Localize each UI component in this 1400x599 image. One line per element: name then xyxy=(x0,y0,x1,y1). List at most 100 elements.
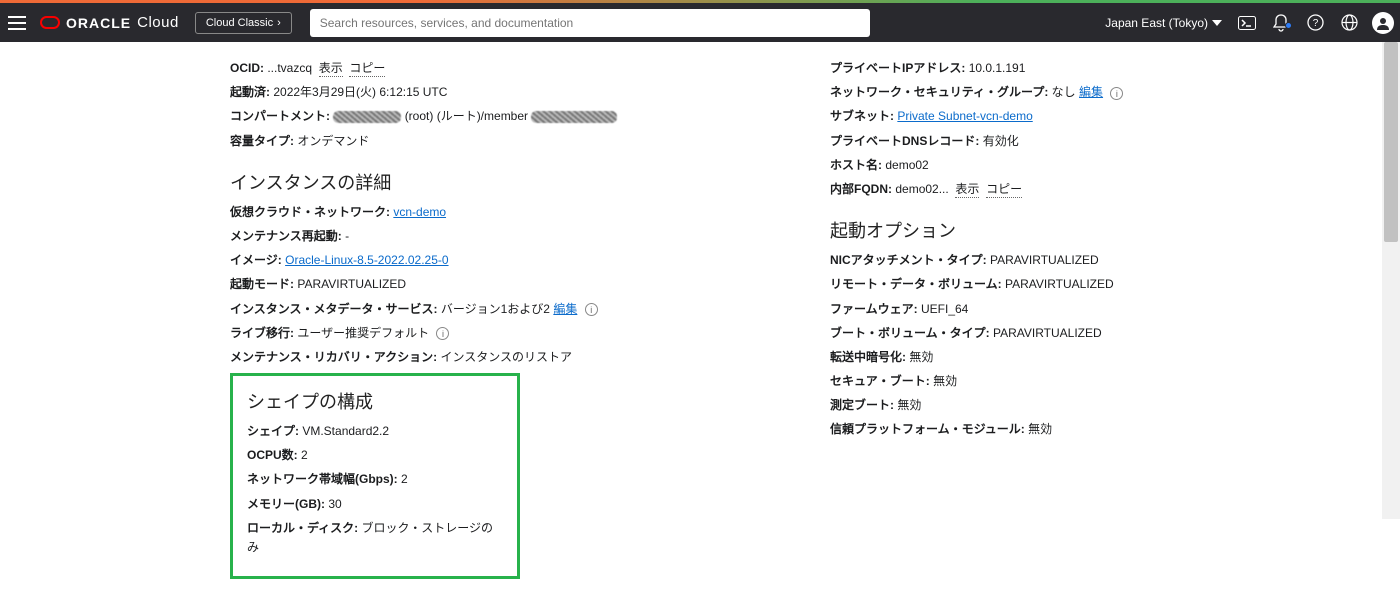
right-column: プライベートIPアドレス: 10.0.1.191 ネットワーク・セキュリティ・グ… xyxy=(830,54,1370,579)
measured-boot-value: 無効 xyxy=(897,398,921,412)
ocid-label: OCID: xyxy=(230,61,264,75)
svg-text:?: ? xyxy=(1312,18,1318,29)
recovery-row: メンテナンス・リカバリ・アクション: インスタンスのリストア xyxy=(230,348,770,367)
hostname-value: demo02 xyxy=(885,158,928,172)
measured-boot-row: 測定ブート: 無効 xyxy=(830,396,1370,415)
launch-mode-row: 起動モード: PARAVIRTUALIZED xyxy=(230,275,770,294)
brand-sub: Cloud xyxy=(137,14,179,31)
memory-row: メモリー(GB): 30 xyxy=(247,495,503,514)
nic-label: NICアタッチメント・タイプ: xyxy=(830,253,987,267)
chevron-right-icon: › xyxy=(277,17,281,29)
compartment-label: コンパートメント: xyxy=(230,109,330,123)
live-mig-value: ユーザー推奨デフォルト xyxy=(297,326,429,340)
launch-mode-value: PARAVIRTUALIZED xyxy=(297,277,406,291)
recovery-label: メンテナンス・リカバリ・アクション: xyxy=(230,350,437,364)
info-icon[interactable]: i xyxy=(436,327,449,340)
instance-details-heading: インスタンスの詳細 xyxy=(230,169,770,195)
started-row: 起動済: 2022年3月29日(火) 6:12:15 UTC xyxy=(230,83,770,102)
profile-avatar[interactable] xyxy=(1366,12,1400,34)
started-label: 起動済: xyxy=(230,85,270,99)
imds-label: インスタンス・メタデータ・サービス: xyxy=(230,302,438,316)
memory-value: 30 xyxy=(328,497,341,511)
left-column: OCID: ...tvazcq 表示 コピー 起動済: 2022年3月29日(火… xyxy=(230,54,770,579)
fqdn-label: 内部FQDN: xyxy=(830,182,892,196)
ocpu-label: OCPU数: xyxy=(247,448,298,462)
remote-data-volume-row: リモート・データ・ボリューム: PARAVIRTUALIZED xyxy=(830,275,1370,294)
ocid-show-link[interactable]: 表示 xyxy=(319,61,343,77)
fqdn-copy-link[interactable]: コピー xyxy=(986,182,1022,198)
imds-row: インスタンス・メタデータ・サービス: バージョン1および2 編集 i xyxy=(230,300,770,319)
region-label: Japan East (Tokyo) xyxy=(1105,16,1208,30)
private-ip-row: プライベートIPアドレス: 10.0.1.191 xyxy=(830,59,1370,78)
subnet-label: サブネット: xyxy=(830,109,894,123)
region-selector[interactable]: Japan East (Tokyo) xyxy=(1097,16,1230,30)
nsg-label: ネットワーク・セキュリティ・グループ: xyxy=(830,85,1048,99)
hostname-label: ホスト名: xyxy=(830,158,882,172)
info-icon[interactable]: i xyxy=(1110,87,1123,100)
image-label: イメージ: xyxy=(230,253,282,267)
bvt-value: PARAVIRTUALIZED xyxy=(993,326,1102,340)
recovery-value: インスタンスのリストア xyxy=(441,350,573,364)
hamburger-menu-icon[interactable] xyxy=(0,16,34,30)
shape-label: シェイプ: xyxy=(247,424,299,438)
private-ip-label: プライベートIPアドレス: xyxy=(830,61,965,75)
redacted-text xyxy=(531,111,617,123)
scrollbar-thumb[interactable] xyxy=(1384,42,1398,242)
started-value: 2022年3月29日(火) 6:12:15 UTC xyxy=(273,85,447,99)
bvt-label: ブート・ボリューム・タイプ: xyxy=(830,326,990,340)
firmware-row: ファームウェア: UEFI_64 xyxy=(830,300,1370,319)
vcn-label: 仮想クラウド・ネットワーク: xyxy=(230,205,390,219)
launch-options-heading: 起動オプション xyxy=(830,217,1370,243)
local-disk-row: ローカル・ディスク: ブロック・ストレージのみ xyxy=(247,519,503,557)
nsg-edit-link[interactable]: 編集 xyxy=(1079,85,1103,99)
help-icon[interactable]: ? xyxy=(1298,14,1332,31)
secure-boot-value: 無効 xyxy=(933,374,957,388)
dns-label: プライベートDNSレコード: xyxy=(830,134,979,148)
notification-dot xyxy=(1285,22,1292,29)
private-ip-value: 10.0.1.191 xyxy=(969,61,1026,75)
tpm-label: 信頼プラットフォーム・モジュール: xyxy=(830,422,1025,436)
bandwidth-label: ネットワーク帯域幅(Gbps): xyxy=(247,472,398,486)
compartment-root: (root) (ルート)/member xyxy=(405,109,528,123)
brand-word: ORACLE xyxy=(66,15,131,31)
maint-reboot-label: メンテナンス再起動: xyxy=(230,229,342,243)
language-icon[interactable] xyxy=(1332,14,1366,31)
info-icon[interactable]: i xyxy=(585,303,598,316)
compartment-row: コンパートメント: (root) (ルート)/member xyxy=(230,107,770,126)
shape-row: シェイプ: VM.Standard2.2 xyxy=(247,422,503,441)
firmware-label: ファームウェア: xyxy=(830,302,918,316)
cloud-classic-button[interactable]: Cloud Classic › xyxy=(195,12,292,34)
maint-reboot-row: メンテナンス再起動: - xyxy=(230,227,770,246)
ocpu-value: 2 xyxy=(301,448,308,462)
bandwidth-row: ネットワーク帯域幅(Gbps): 2 xyxy=(247,470,503,489)
ocpu-row: OCPU数: 2 xyxy=(247,446,503,465)
fqdn-show-link[interactable]: 表示 xyxy=(955,182,979,198)
ocid-value: ...tvazcq xyxy=(267,61,312,75)
redacted-text xyxy=(333,111,401,123)
nic-row: NICアタッチメント・タイプ: PARAVIRTUALIZED xyxy=(830,251,1370,270)
local-disk-label: ローカル・ディスク: xyxy=(247,521,358,535)
capacity-row: 容量タイプ: オンデマンド xyxy=(230,132,770,151)
maint-reboot-value: - xyxy=(345,229,349,243)
capacity-value: オンデマンド xyxy=(297,134,369,148)
imds-edit-link[interactable]: 編集 xyxy=(553,302,577,316)
vcn-link[interactable]: vcn-demo xyxy=(393,205,446,219)
tpm-row: 信頼プラットフォーム・モジュール: 無効 xyxy=(830,420,1370,439)
shape-config-box: シェイプの構成 シェイプ: VM.Standard2.2 OCPU数: 2 ネッ… xyxy=(230,373,520,579)
secure-boot-label: セキュア・ブート: xyxy=(830,374,930,388)
cloud-shell-icon[interactable] xyxy=(1230,16,1264,30)
oracle-cloud-logo[interactable]: ORACLE Cloud xyxy=(40,14,179,31)
dns-row: プライベートDNSレコード: 有効化 xyxy=(830,132,1370,151)
notifications-icon[interactable] xyxy=(1264,14,1298,32)
nic-value: PARAVIRTUALIZED xyxy=(990,253,1099,267)
hostname-row: ホスト名: demo02 xyxy=(830,156,1370,175)
tpm-value: 無効 xyxy=(1028,422,1052,436)
ocid-copy-link[interactable]: コピー xyxy=(349,61,385,77)
live-mig-label: ライブ移行: xyxy=(230,326,294,340)
instance-details-content: OCID: ...tvazcq 表示 コピー 起動済: 2022年3月29日(火… xyxy=(0,42,1400,599)
subnet-link[interactable]: Private Subnet-vcn-demo xyxy=(897,109,1032,123)
scrollbar-track[interactable] xyxy=(1382,42,1400,519)
chevron-down-icon xyxy=(1212,20,1222,26)
image-link[interactable]: Oracle-Linux-8.5-2022.02.25-0 xyxy=(285,253,448,267)
search-input[interactable] xyxy=(310,9,870,37)
